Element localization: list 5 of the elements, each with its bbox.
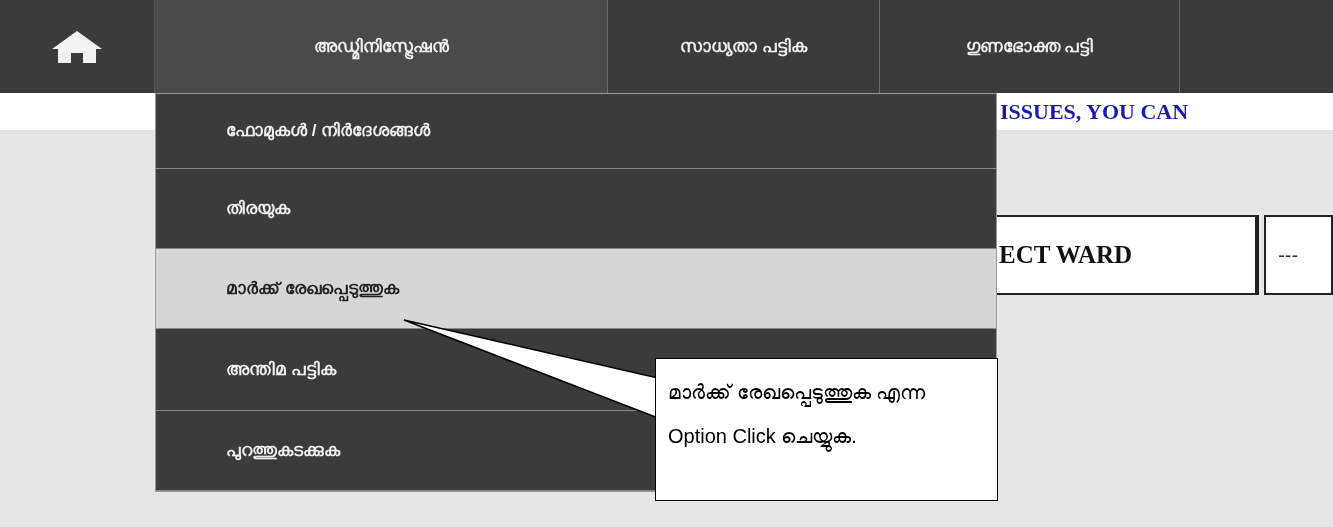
ward-select-value: --- <box>1278 243 1299 268</box>
callout-text: Option Click ചെയ്യുക. <box>668 417 985 455</box>
ward-label: ECT WARD <box>999 240 1133 271</box>
callout-text: മാർക്ക് രേഖപ്പെടുത്തുക എന്ന <box>668 373 985 411</box>
notice-text: ISSUES, YOU CAN <box>1000 98 1189 126</box>
